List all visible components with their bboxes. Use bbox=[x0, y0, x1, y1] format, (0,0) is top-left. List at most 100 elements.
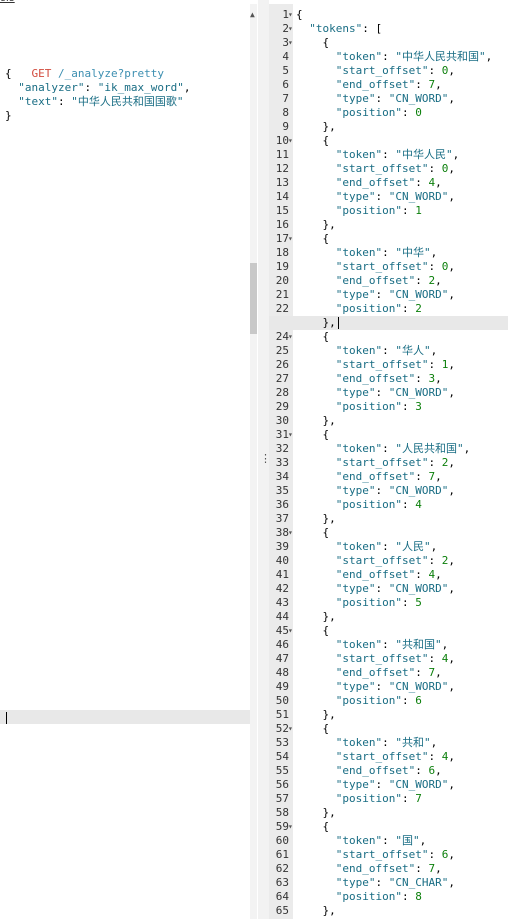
code-line: }, bbox=[296, 414, 336, 427]
line-number: 16 bbox=[275, 218, 289, 231]
fold-arrow-icon[interactable]: ▾ bbox=[288, 428, 296, 442]
line-number: 10 bbox=[275, 134, 289, 147]
text-key: "text" bbox=[18, 95, 58, 108]
code-line: "type": "CN_WORD", bbox=[335, 582, 455, 595]
line-number: 47 bbox=[275, 652, 289, 665]
pane-resize-divider[interactable]: ⋮ bbox=[258, 0, 271, 919]
line-number: 14 bbox=[275, 190, 289, 203]
line-number: 56 bbox=[275, 778, 289, 791]
code-line: "type": "CN_WORD", bbox=[335, 484, 455, 497]
fold-arrow-icon[interactable]: ▾ bbox=[288, 526, 296, 540]
line-number: 20 bbox=[275, 274, 289, 287]
line-number: 18 bbox=[275, 246, 289, 259]
request-line: GET /_analyze?pretty bbox=[5, 53, 164, 80]
fold-arrow-icon[interactable]: ▾ bbox=[288, 8, 296, 22]
request-text-line: "text": "中华人民共和国国歌" bbox=[18, 95, 184, 108]
code-line: }, bbox=[296, 610, 336, 623]
line-number: 46 bbox=[275, 638, 289, 651]
code-line: "type": "CN_WORD", bbox=[335, 680, 455, 693]
line-number: 3 bbox=[282, 36, 289, 49]
code-line: "type": "CN_WORD", bbox=[335, 386, 455, 399]
code-line: "start_offset": 4, bbox=[335, 652, 455, 665]
line-number: 17 bbox=[275, 232, 289, 245]
code-line: "start_offset": 4, bbox=[335, 750, 455, 763]
line-number: 62 bbox=[275, 862, 289, 875]
code-line: { bbox=[296, 428, 330, 441]
line-number: 55 bbox=[275, 764, 289, 777]
fold-arrow-icon[interactable]: ▾ bbox=[288, 36, 296, 50]
code-line: "end_offset": 7, bbox=[335, 78, 442, 91]
scrollbar-thumb[interactable] bbox=[250, 263, 257, 334]
code-line: "token": "人民共和国", bbox=[335, 442, 471, 455]
code-line: "position": 2 bbox=[335, 302, 422, 315]
line-number: 32 bbox=[275, 442, 289, 455]
code-line: "tokens": [ bbox=[309, 22, 383, 35]
line-number: 44 bbox=[275, 610, 289, 623]
line-number-gutter: 1 ▾ 2 ▾ 3 ▾ 4 5 6 7 8 9 10 ▾ 11 12 13 14 15 16 17 ▾ 18 19 20 21 22… bbox=[269, 4, 293, 919]
line-number: 33 bbox=[275, 456, 289, 469]
line-number: 54 bbox=[275, 750, 289, 763]
line-number: 60 bbox=[275, 834, 289, 847]
scroll-up-arrow-icon[interactable]: ▲ bbox=[250, 10, 255, 19]
fold-arrow-icon[interactable]: ▾ bbox=[288, 330, 296, 344]
line-number: 21 bbox=[275, 288, 289, 301]
code-line: "token": "共和", bbox=[335, 736, 438, 749]
code-line: }, bbox=[296, 218, 336, 231]
line-number: 25 bbox=[275, 344, 289, 357]
code-line: "end_offset": 7, bbox=[335, 666, 442, 679]
line-number: 51 bbox=[275, 708, 289, 721]
code-line: "start_offset": 0, bbox=[335, 260, 455, 273]
line-number: 45 bbox=[275, 624, 289, 637]
code-line: "token": "人民", bbox=[335, 540, 438, 553]
line-number: 49 bbox=[275, 680, 289, 693]
code-line: "token": "中华人民", bbox=[335, 148, 460, 161]
code-line: "type": "CN_WORD", bbox=[335, 288, 455, 301]
response-viewer[interactable]: 1 ▾ 2 ▾ 3 ▾ 4 5 6 7 8 9 10 ▾ 11 12 13 14 15 16 17 ▾ 18 19 20 21 22… bbox=[269, 4, 508, 919]
line-number: 28 bbox=[275, 386, 289, 399]
request-close-brace: } bbox=[5, 109, 12, 122]
analyzer-key: "analyzer" bbox=[18, 81, 85, 94]
request-path: /_analyze?pretty bbox=[58, 67, 164, 80]
line-number: 34 bbox=[275, 470, 289, 483]
code-line: "end_offset": 7, bbox=[335, 470, 442, 483]
code-line: "end_offset": 4, bbox=[335, 176, 442, 189]
request-editor-scrollbar[interactable]: ▲ bbox=[250, 4, 257, 919]
code-line: }, bbox=[296, 316, 336, 329]
line-number: 43 bbox=[275, 596, 289, 609]
code-line: "start_offset": 0, bbox=[335, 162, 455, 175]
line-number: 29 bbox=[275, 400, 289, 413]
code-line: "position": 0 bbox=[335, 106, 422, 119]
code-line: "type": "CN_WORD", bbox=[335, 92, 455, 105]
code-line: "token": "中华人民共和国", bbox=[335, 50, 493, 63]
code-line: "token": "共和国", bbox=[335, 638, 449, 651]
code-line: { bbox=[296, 134, 330, 147]
code-line: { bbox=[296, 722, 330, 735]
code-line: "position": 3 bbox=[335, 400, 422, 413]
code-line: "type": "CN_WORD", bbox=[335, 190, 455, 203]
http-method: GET bbox=[31, 67, 52, 80]
code-line: "position": 5 bbox=[335, 596, 422, 609]
analyzer-value: "ik_max_word" bbox=[97, 81, 184, 94]
code-line: "position": 7 bbox=[335, 792, 422, 805]
fold-arrow-icon[interactable]: ▾ bbox=[288, 820, 296, 834]
line-number: 42 bbox=[275, 582, 289, 595]
line-number: 24 bbox=[275, 330, 289, 343]
line-number: 39 bbox=[275, 540, 289, 553]
code-line: "start_offset": 1, bbox=[335, 358, 455, 371]
text-cursor bbox=[6, 712, 7, 724]
code-line: }, bbox=[296, 904, 336, 917]
fold-arrow-icon[interactable]: ▾ bbox=[288, 722, 296, 736]
line-number: 41 bbox=[275, 568, 289, 581]
fold-arrow-icon[interactable]: ▾ bbox=[288, 134, 296, 148]
fold-arrow-icon[interactable]: ▾ bbox=[288, 232, 296, 246]
code-line: { bbox=[296, 8, 303, 21]
code-line: }, bbox=[296, 708, 336, 721]
fold-arrow-icon[interactable]: ▾ bbox=[288, 22, 296, 36]
code-line: { bbox=[296, 624, 330, 637]
fold-arrow-icon[interactable]: ▾ bbox=[288, 624, 296, 638]
request-open-brace: { bbox=[5, 67, 12, 80]
line-number: 5 bbox=[282, 64, 289, 77]
request-editor[interactable]: GET /_analyze?pretty { "analyzer": "ik_m… bbox=[0, 4, 258, 919]
code-line: { bbox=[296, 232, 330, 245]
line-number: 58 bbox=[275, 806, 289, 819]
